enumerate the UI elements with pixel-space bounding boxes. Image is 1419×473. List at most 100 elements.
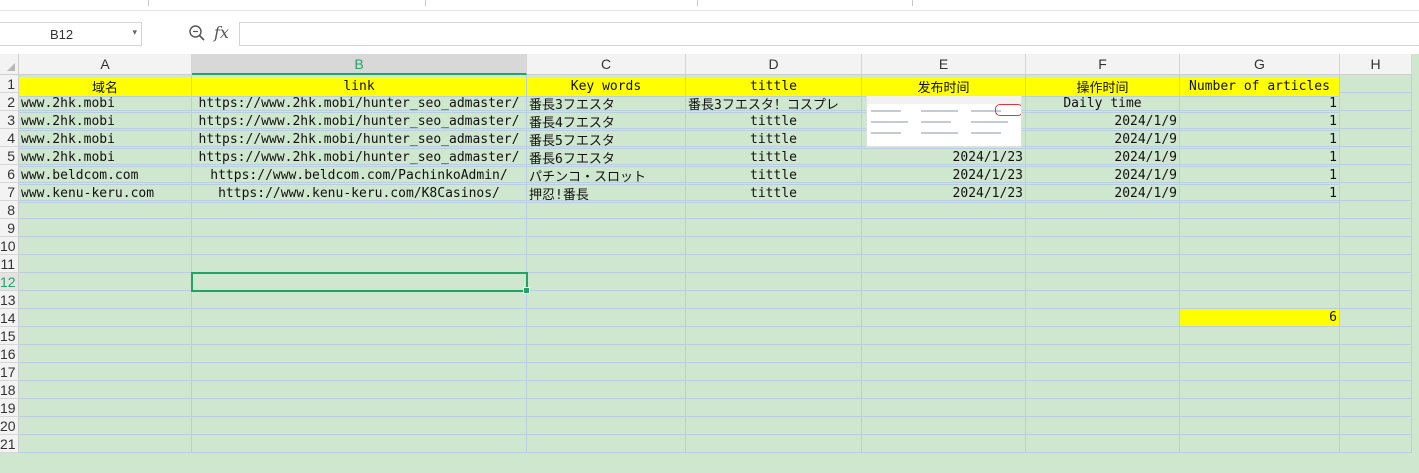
row-header-21[interactable]: 21: [0, 435, 19, 453]
grid-cell[interactable]: [192, 291, 527, 309]
grid-cell[interactable]: [686, 363, 862, 381]
grid-cell[interactable]: [527, 255, 686, 273]
grid-cell[interactable]: [862, 273, 1026, 291]
grid-cell[interactable]: [527, 345, 686, 363]
grid-cell[interactable]: [1026, 327, 1180, 345]
grid-cell[interactable]: [1340, 327, 1412, 345]
column-header-d[interactable]: D: [686, 54, 862, 75]
data-cell-b[interactable]: https://www.kenu-keru.com/K8Casinos/: [192, 185, 527, 203]
data-cell-f[interactable]: 2024/1/9: [1026, 167, 1180, 185]
formula-input[interactable]: [239, 22, 1419, 46]
data-cell-c[interactable]: 番長6フエスタ: [527, 149, 686, 167]
header-cell-b[interactable]: link: [192, 77, 527, 97]
data-cell-d[interactable]: 番長3フエスタ！コスプレ: [686, 95, 862, 113]
column-header-c[interactable]: C: [527, 54, 686, 75]
grid-cell[interactable]: [1026, 273, 1180, 291]
column-header-a[interactable]: A: [19, 54, 192, 75]
grid-cell[interactable]: [686, 381, 862, 399]
grid-cell[interactable]: [1026, 309, 1180, 327]
row-header-4[interactable]: 4: [0, 129, 19, 147]
data-cell-c[interactable]: パチンコ・スロット: [527, 167, 686, 185]
grid-cell[interactable]: [19, 273, 192, 291]
data-cell-d[interactable]: tittle: [686, 131, 862, 149]
grid-cell[interactable]: [1026, 381, 1180, 399]
grid-cell[interactable]: [1180, 435, 1340, 453]
grid-cell[interactable]: [862, 219, 1026, 237]
data-cell-g[interactable]: 1: [1180, 113, 1340, 131]
grid-cell[interactable]: [1340, 381, 1412, 399]
data-cell-g[interactable]: 1: [1180, 149, 1340, 167]
fill-handle[interactable]: [523, 287, 530, 294]
grid-cell[interactable]: [686, 219, 862, 237]
grid-cell[interactable]: [192, 201, 527, 219]
column-header-f[interactable]: F: [1026, 54, 1180, 75]
grid-cell[interactable]: [686, 345, 862, 363]
row-header-13[interactable]: 13: [0, 291, 19, 309]
grid-cell[interactable]: [1340, 273, 1412, 291]
grid-cell[interactable]: [1026, 255, 1180, 273]
data-cell-d[interactable]: tittle: [686, 185, 862, 203]
chevron-down-icon[interactable]: ▾: [132, 27, 137, 38]
data-cell-d[interactable]: tittle: [686, 113, 862, 131]
grid-cell[interactable]: [862, 309, 1026, 327]
data-cell-g[interactable]: 1: [1180, 185, 1340, 203]
data-cell-d[interactable]: tittle: [686, 167, 862, 185]
data-cell-c[interactable]: 番長5フエスタ: [527, 131, 686, 149]
total-articles-cell[interactable]: 6: [1180, 309, 1340, 327]
grid-cell[interactable]: [19, 201, 192, 219]
grid-cell[interactable]: [1180, 399, 1340, 417]
grid-cell[interactable]: [1180, 219, 1340, 237]
data-cell-f[interactable]: 2024/1/9: [1026, 113, 1180, 131]
data-cell-b[interactable]: https://www.beldcom.com/PachinkoAdmin/: [192, 167, 527, 185]
grid-cell[interactable]: [862, 327, 1026, 345]
grid-cell[interactable]: [1340, 183, 1412, 201]
grid-cell[interactable]: [1180, 201, 1340, 219]
data-cell-e[interactable]: 2024/1/23: [862, 149, 1026, 167]
grid-cell[interactable]: [1340, 165, 1412, 183]
grid-cell[interactable]: [192, 345, 527, 363]
function-icon[interactable]: fx: [214, 23, 229, 42]
data-cell-b[interactable]: https://www.2hk.mobi/hunter_seo_admaster…: [192, 113, 527, 131]
data-cell-b[interactable]: https://www.2hk.mobi/hunter_seo_admaster…: [192, 95, 527, 113]
data-cell-g[interactable]: 1: [1180, 131, 1340, 149]
grid-cell[interactable]: [1026, 345, 1180, 363]
grid-cell[interactable]: [192, 399, 527, 417]
grid-cell[interactable]: [192, 219, 527, 237]
row-header-9[interactable]: 9: [0, 219, 19, 237]
grid-cell[interactable]: [1180, 363, 1340, 381]
grid-cell[interactable]: [19, 381, 192, 399]
grid-cell[interactable]: [1340, 435, 1412, 453]
data-cell-f[interactable]: 2024/1/9: [1026, 131, 1180, 149]
grid-cell[interactable]: [192, 309, 527, 327]
grid-cell[interactable]: [1026, 237, 1180, 255]
column-header-e[interactable]: E: [862, 54, 1026, 75]
data-cell-a[interactable]: www.2hk.mobi: [19, 131, 192, 149]
header-cell-d[interactable]: tittle: [686, 77, 862, 97]
data-cell-f[interactable]: 2024/1/9: [1026, 149, 1180, 167]
data-cell-g[interactable]: 1: [1180, 167, 1340, 185]
grid-cell[interactable]: [527, 363, 686, 381]
grid-cell[interactable]: [686, 291, 862, 309]
grid-cell[interactable]: [862, 381, 1026, 399]
data-cell-c[interactable]: 番長3フエスタ: [527, 95, 686, 113]
grid-cell[interactable]: [1340, 255, 1412, 273]
column-header-g[interactable]: G: [1180, 54, 1340, 75]
data-cell-c[interactable]: 番長4フエスタ: [527, 113, 686, 131]
grid-cell[interactable]: [862, 255, 1026, 273]
grid-cell[interactable]: [192, 417, 527, 435]
header-cell-c[interactable]: Key words: [527, 77, 686, 97]
grid-cell[interactable]: [527, 237, 686, 255]
grid-cell[interactable]: [1180, 381, 1340, 399]
grid-cell[interactable]: [1340, 363, 1412, 381]
header-cell-e[interactable]: 发布时间: [862, 77, 1026, 97]
grid-cell[interactable]: [1340, 219, 1412, 237]
row-header-15[interactable]: 15: [0, 327, 19, 345]
grid-cell[interactable]: [19, 291, 192, 309]
grid-cell[interactable]: [527, 381, 686, 399]
grid-cell[interactable]: [19, 219, 192, 237]
grid-cell[interactable]: [862, 291, 1026, 309]
grid-cell[interactable]: [1180, 255, 1340, 273]
grid-cell[interactable]: [1340, 345, 1412, 363]
header-cell-a[interactable]: 域名: [19, 77, 192, 97]
row-header-16[interactable]: 16: [0, 345, 19, 363]
